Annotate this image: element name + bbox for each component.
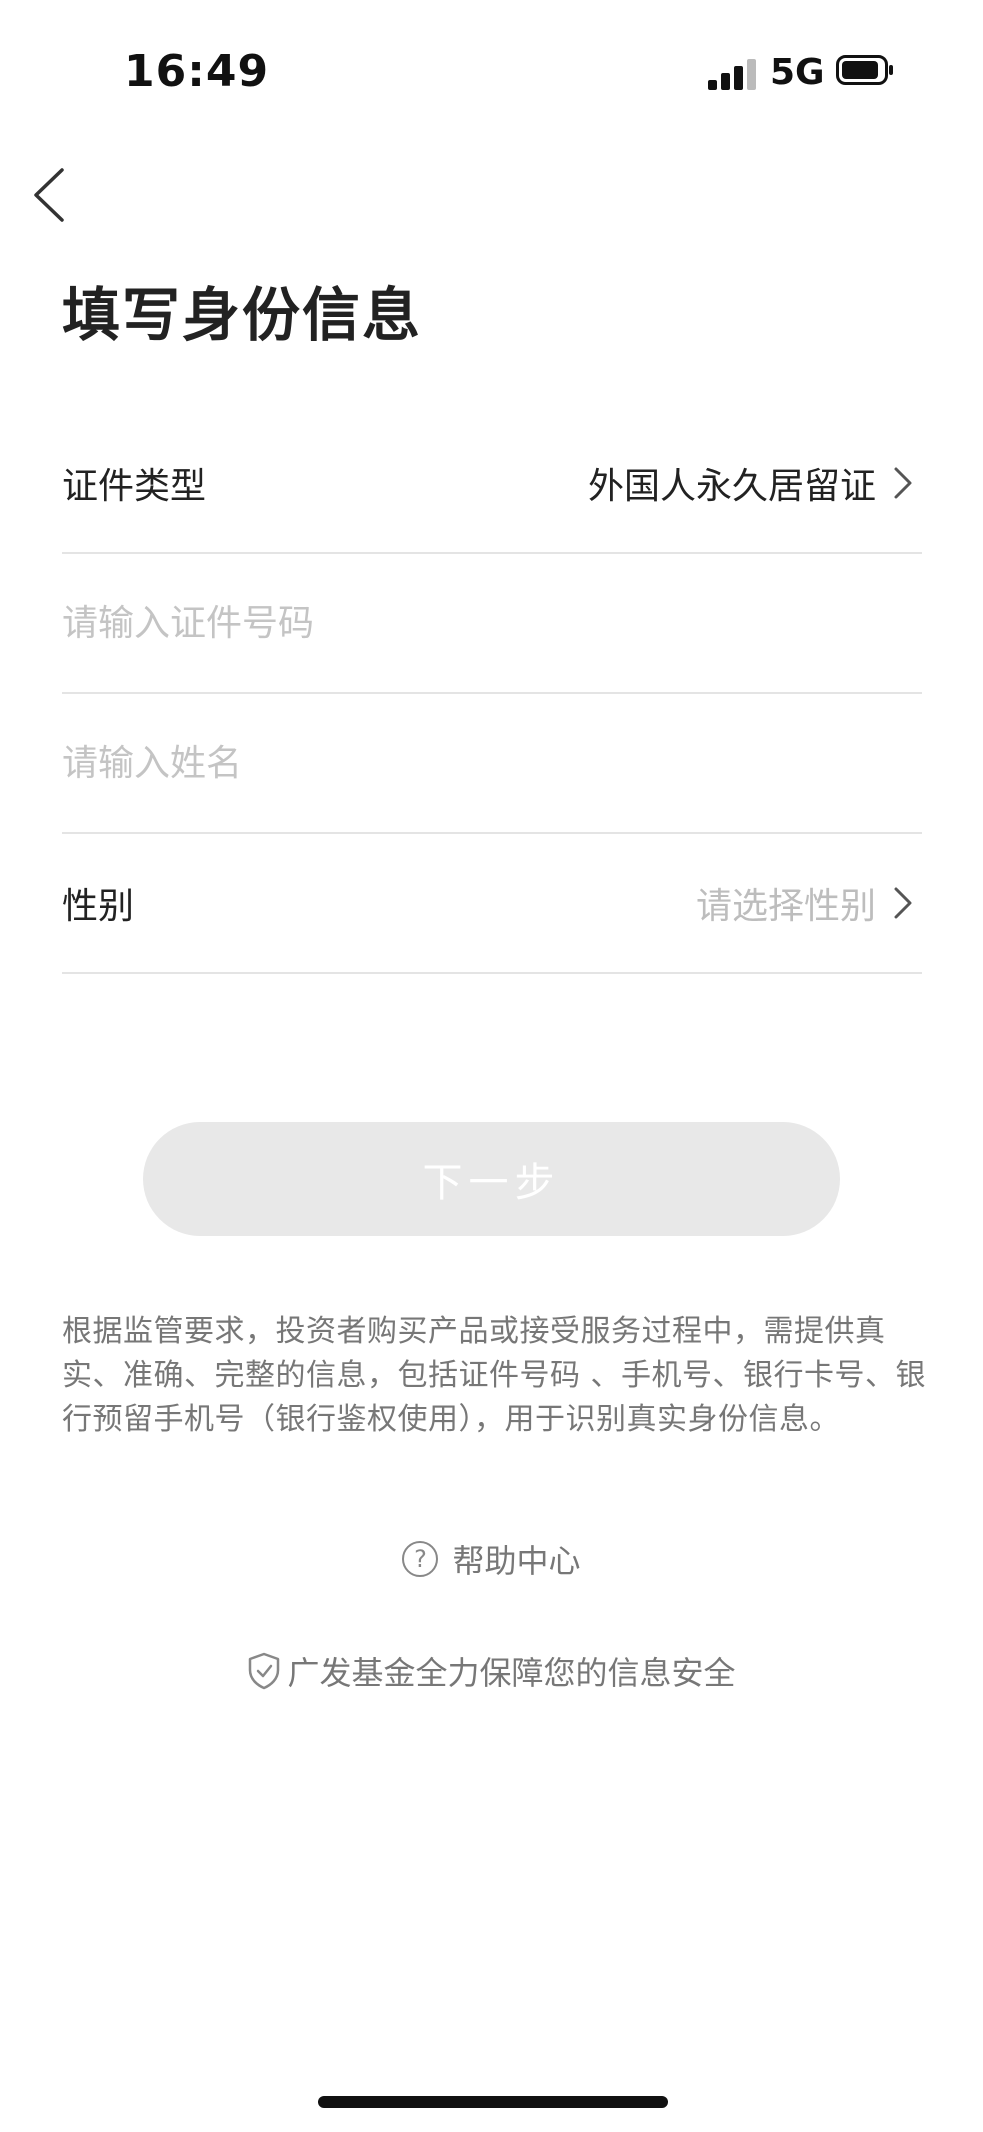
security-label: 广发基金全力保障您的信息安全: [287, 1654, 736, 1692]
id-type-label: 证件类型: [62, 466, 207, 507]
help-center-label: 帮助中心: [452, 1542, 581, 1580]
name-row: [62, 694, 922, 834]
signal-bars-icon: [708, 58, 758, 90]
regulatory-notice: 根据监管要求，投资者购买产品或接受服务过程中，需提供真实、准确、完整的信息，包括…: [62, 1314, 927, 1437]
page-title: 填写身份信息: [62, 281, 423, 349]
security-note: 广发基金全力保障您的信息安全: [0, 1648, 983, 1694]
status-time: 16:49: [124, 46, 270, 97]
id-type-value: 外国人永久居留证: [587, 466, 876, 507]
question-circle-icon: ?: [402, 1541, 439, 1577]
gender-row[interactable]: 性别 请选择性别: [62, 834, 922, 974]
chevron-right-icon: [894, 887, 912, 919]
chevron-left-icon: [34, 168, 64, 222]
id-number-input[interactable]: [62, 554, 922, 692]
gender-label: 性别: [62, 886, 135, 927]
network-type: 5G: [770, 52, 825, 93]
shield-icon: [249, 1652, 280, 1690]
gender-value: 请选择性别: [695, 886, 876, 927]
next-button[interactable]: 下一步: [143, 1122, 840, 1236]
home-indicator: [318, 2096, 668, 2108]
chevron-right-icon: [894, 467, 912, 499]
back-button[interactable]: [26, 160, 76, 230]
help-center-row: ? 帮助中心: [0, 1536, 983, 1582]
id-number-row: [62, 554, 922, 694]
id-type-row[interactable]: 证件类型 外国人永久居留证: [62, 414, 922, 554]
name-input[interactable]: [62, 694, 922, 832]
help-center-link[interactable]: ? 帮助中心: [402, 1536, 581, 1582]
battery-icon: [836, 55, 894, 85]
